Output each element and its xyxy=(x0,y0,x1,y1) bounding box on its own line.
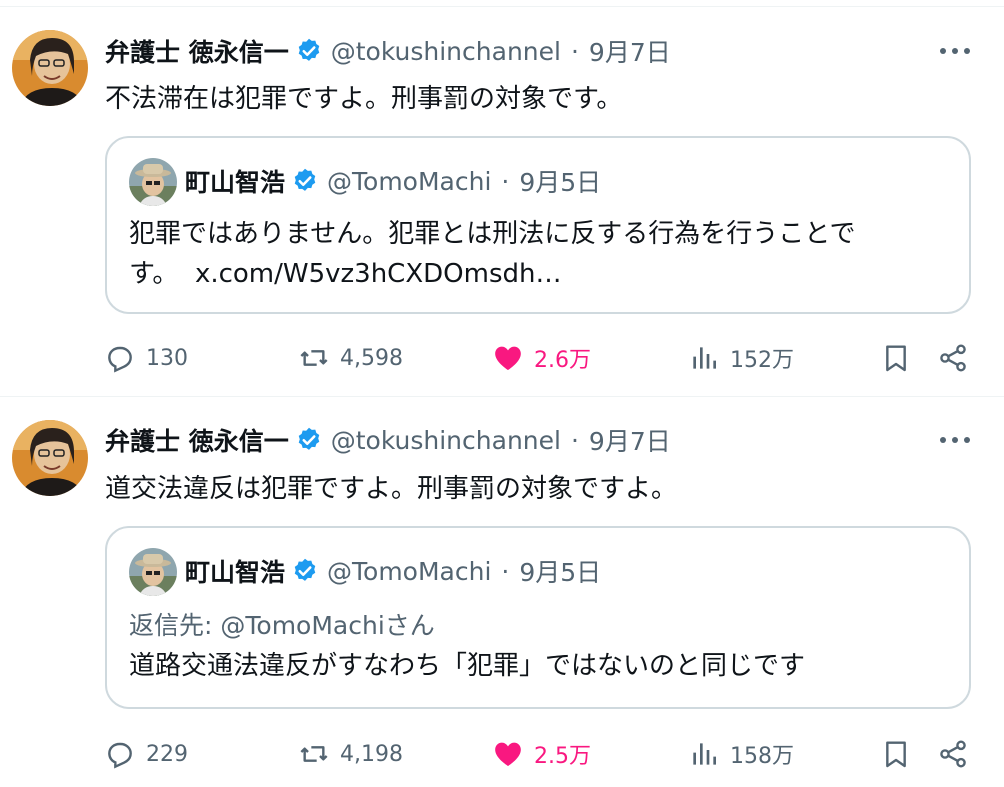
like-button[interactable]: 2.5万 xyxy=(492,734,591,774)
views-button[interactable]: 152万 xyxy=(688,338,794,378)
bookmark-icon xyxy=(886,741,906,768)
tweet-actions: 229 4,198 2.5万 158万 xyxy=(0,734,1004,774)
quoted-tweet-date[interactable]: 9月5日 xyxy=(519,163,601,199)
quoted-tweet-date[interactable]: 9月5日 xyxy=(519,553,601,589)
share-button[interactable] xyxy=(937,338,969,378)
tweet[interactable]: 弁護士 徳永信一 @tokushinchannel · 9月7日 道交法違反は犯… xyxy=(0,397,1004,787)
verified-badge-icon xyxy=(294,558,316,581)
quoted-author-handle[interactable]: @TomoMachi xyxy=(327,167,491,196)
views-count: 158万 xyxy=(730,744,794,769)
reply-button[interactable]: 130 xyxy=(104,338,188,378)
quoted-author-avatar[interactable] xyxy=(129,158,177,206)
retweet-button[interactable]: 4,198 xyxy=(298,734,403,774)
author-handle[interactable]: @tokushinchannel xyxy=(331,426,561,455)
tweet-header: 弁護士 徳永信一 @tokushinchannel · 9月7日 xyxy=(105,423,671,457)
quoted-tweet-header: 町山智浩 @TomoMachi · 9月5日 xyxy=(185,554,601,588)
separator-dot: · xyxy=(501,556,510,586)
separator-dot: · xyxy=(501,166,510,196)
quoted-author-name[interactable]: 町山智浩 xyxy=(185,163,285,199)
tweet[interactable]: 弁護士 徳永信一 @tokushinchannel · 9月7日 不法滞在は犯罪… xyxy=(0,0,1004,397)
verified-badge-icon xyxy=(298,38,319,61)
share-icon xyxy=(940,740,966,768)
views-bar-icon xyxy=(693,347,716,369)
reply-button[interactable]: 229 xyxy=(104,734,188,774)
more-dots-icon[interactable] xyxy=(938,433,972,447)
author-name[interactable]: 弁護士 徳永信一 xyxy=(105,422,289,458)
quoted-text-line: 犯罪ではありません。犯罪とは刑法に反する行為を行うことで xyxy=(129,219,856,249)
author-handle[interactable]: @tokushinchannel xyxy=(331,37,561,66)
author-avatar[interactable] xyxy=(12,420,88,496)
like-count: 2.5万 xyxy=(534,744,591,769)
quoted-tweet-text: 道路交通法違反がすなわち「犯罪」ではないのと同じです xyxy=(129,646,949,686)
views-button[interactable]: 158万 xyxy=(688,734,794,774)
quoted-tweet[interactable]: 町山智浩 @TomoMachi · 9月5日 返信先: @TomoMachiさん… xyxy=(105,526,971,709)
quoted-text-line: 道路交通法違反がすなわち「犯罪」ではないのと同じです xyxy=(129,651,806,681)
quoted-tweet[interactable]: 町山智浩 @TomoMachi · 9月5日 犯罪ではありません。犯罪とは刑法に… xyxy=(105,136,971,314)
retweet-button[interactable]: 4,598 xyxy=(298,338,403,378)
like-button[interactable]: 2.6万 xyxy=(492,338,591,378)
reply-to-label[interactable]: 返信先: @TomoMachiさん xyxy=(129,606,435,642)
author-name[interactable]: 弁護士 徳永信一 xyxy=(105,33,289,69)
share-button[interactable] xyxy=(937,734,969,774)
reply-bubble-icon xyxy=(108,742,132,769)
bookmark-icon xyxy=(886,345,906,372)
reply-count: 229 xyxy=(146,741,188,767)
quoted-author-avatar[interactable] xyxy=(129,548,177,596)
tweet-date[interactable]: 9月7日 xyxy=(589,33,671,69)
tweet-actions: 130 4,598 2.6万 152万 xyxy=(0,338,1004,378)
separator-dot: · xyxy=(570,425,579,455)
quoted-text-tail: す。 xyxy=(129,259,179,289)
like-count: 2.6万 xyxy=(534,348,591,373)
quoted-tweet-text: 犯罪ではありません。犯罪とは刑法に反する行為を行うことで す。 x.com/W5… xyxy=(129,214,949,294)
views-count: 152万 xyxy=(730,348,794,373)
tweet-text: 不法滞在は犯罪ですよ。刑事罰の対象です。 xyxy=(105,84,623,114)
bookmark-button[interactable] xyxy=(880,338,912,378)
reply-count: 130 xyxy=(146,345,188,371)
quoted-author-handle[interactable]: @TomoMachi xyxy=(327,557,491,586)
verified-badge-icon xyxy=(294,168,316,191)
quoted-author-name[interactable]: 町山智浩 xyxy=(185,553,285,589)
quoted-link[interactable]: x.com/W5vz3hCXDOmsdh… xyxy=(195,259,562,289)
tweet-header: 弁護士 徳永信一 @tokushinchannel · 9月7日 xyxy=(105,34,671,68)
tweet-text: 道交法違反は犯罪ですよ。刑事罰の対象ですよ。 xyxy=(105,474,678,504)
more-dots-icon[interactable] xyxy=(938,44,972,58)
views-bar-icon xyxy=(693,743,716,765)
tweet-date[interactable]: 9月7日 xyxy=(589,422,671,458)
retweet-count: 4,198 xyxy=(340,741,403,767)
verified-badge-icon xyxy=(298,427,319,450)
retweet-count: 4,598 xyxy=(340,345,403,371)
share-icon xyxy=(940,344,966,372)
reply-bubble-icon xyxy=(108,346,132,373)
heart-icon xyxy=(495,346,521,370)
quoted-tweet-header: 町山智浩 @TomoMachi · 9月5日 xyxy=(185,164,601,198)
retweet-icon xyxy=(300,350,328,366)
retweet-icon xyxy=(300,746,328,762)
separator-dot: · xyxy=(570,36,579,66)
quoted-text-line: す。 x.com/W5vz3hCXDOmsdh… xyxy=(129,254,949,294)
bookmark-button[interactable] xyxy=(880,734,912,774)
heart-icon xyxy=(495,742,521,766)
author-avatar[interactable] xyxy=(12,30,88,106)
